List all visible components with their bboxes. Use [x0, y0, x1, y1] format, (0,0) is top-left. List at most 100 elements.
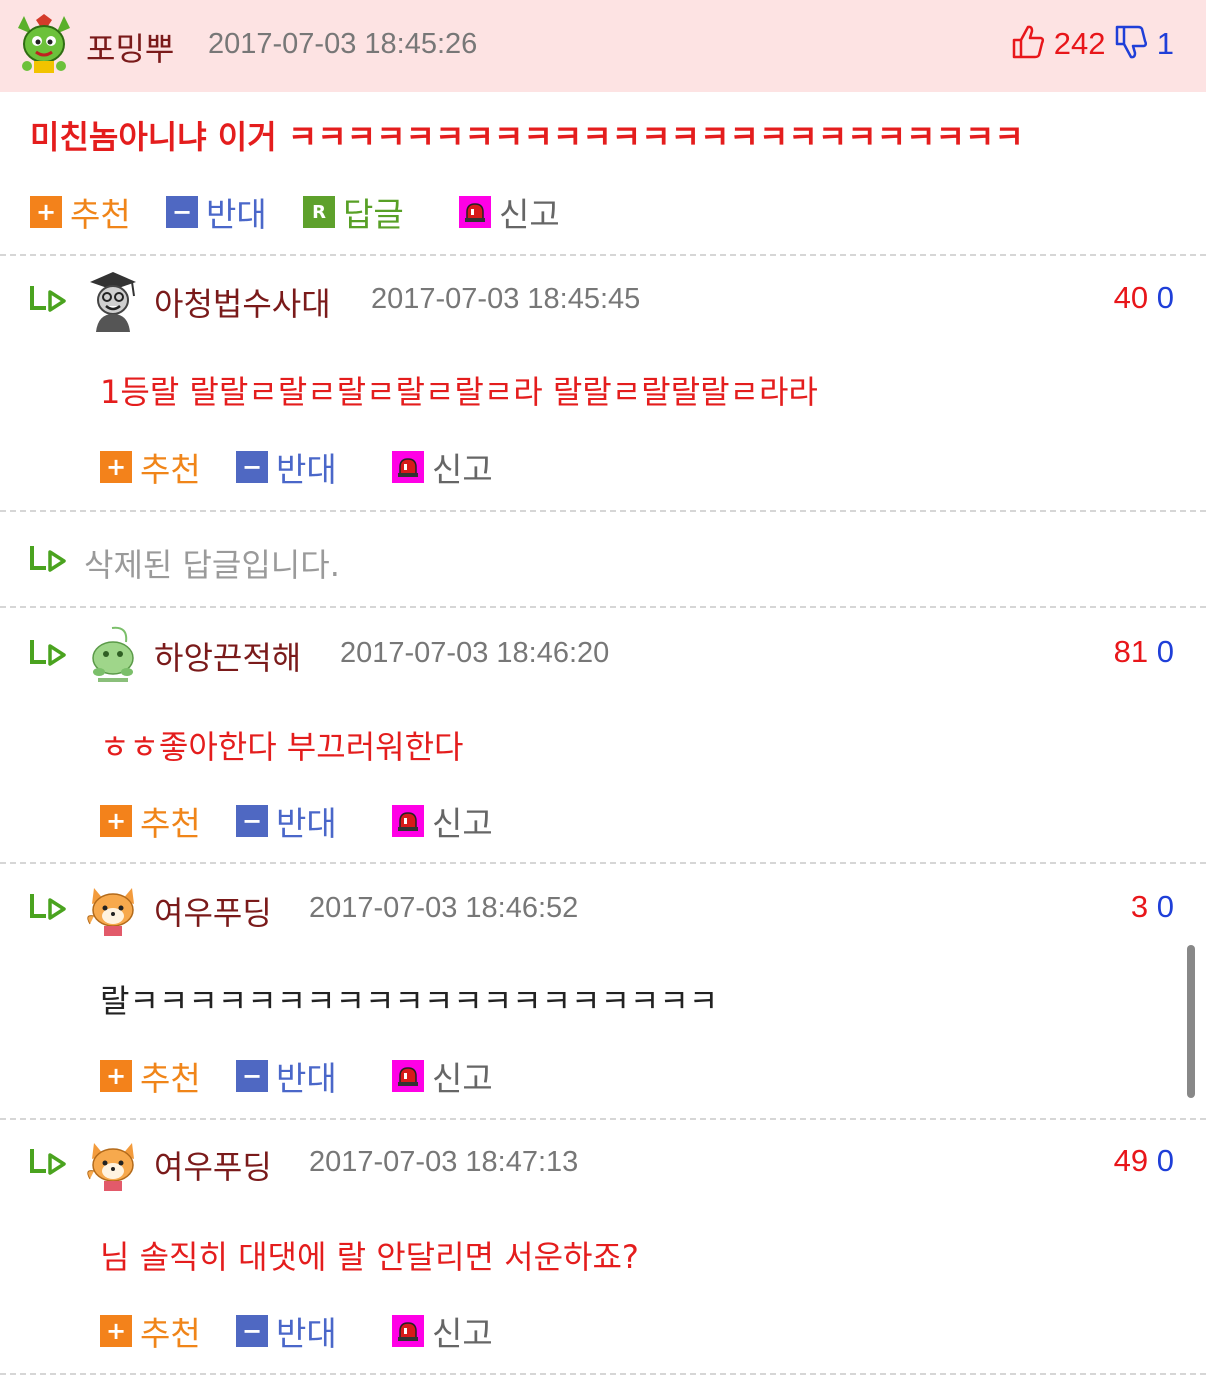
reply-r-icon: R [303, 196, 335, 228]
minus-icon: − [236, 1315, 268, 1347]
recommend-button[interactable]: + 추천 [30, 192, 131, 234]
reply-arrow-icon [30, 546, 66, 572]
siren-icon [392, 805, 424, 837]
report-label: 신고 [499, 195, 560, 234]
recommend-button[interactable]: + 추천 [100, 801, 201, 843]
siren-icon [459, 196, 491, 228]
reply-nickname[interactable]: 여우푸딩 [154, 888, 272, 934]
report-button[interactable]: 신고 [392, 447, 493, 489]
reply-date: 2017-07-03 18:46:52 [309, 892, 579, 924]
oppose-button[interactable]: − 반대 [236, 801, 337, 843]
recommend-label: 추천 [70, 195, 131, 234]
best-comment-text: 미친놈아니냐 이거 ㅋㅋㅋㅋㅋㅋㅋㅋㅋㅋㅋㅋㅋㅋㅋㅋㅋㅋㅋㅋㅋㅋㅋㅋㅋ [30, 118, 1024, 156]
divider [0, 862, 1206, 864]
report-button[interactable]: 신고 [459, 192, 560, 234]
recommend-button[interactable]: + 추천 [100, 1311, 201, 1353]
reply-down-count: 0 [1156, 1143, 1174, 1178]
oppose-label: 반대 [276, 804, 337, 843]
thumbs-down-icon[interactable] [1114, 24, 1148, 68]
reply-vote-box: 49 0 [1114, 1143, 1174, 1179]
plus-icon: + [100, 1315, 132, 1347]
reply-up-count: 49 [1113, 1143, 1149, 1178]
oppose-button[interactable]: − 반대 [236, 447, 337, 489]
report-label: 신고 [432, 804, 493, 843]
plus-icon: + [100, 805, 132, 837]
oppose-label: 반대 [276, 1314, 337, 1353]
reply-actions: + 추천 − 반대 신고 [100, 1311, 520, 1353]
oppose-label: 반대 [206, 195, 267, 234]
reply-nickname[interactable]: 하앙끈적해 [154, 633, 301, 679]
divider [0, 606, 1206, 608]
reply-up-count: 40 [1113, 280, 1149, 315]
report-button[interactable]: 신고 [392, 801, 493, 843]
reply-up-count: 81 [1113, 634, 1149, 669]
reply-arrow-icon [30, 894, 66, 920]
fox-avatar-icon[interactable] [84, 880, 142, 940]
reply-text: 랄ㅋㅋㅋㅋㅋㅋㅋㅋㅋㅋㅋㅋㅋㅋㅋㅋㅋㅋㅋㅋ [100, 982, 719, 1020]
reply-text: ㅎㅎ좋아한다 부끄러워한다 [100, 728, 464, 766]
reply-text: 님 솔직히 대댓에 랄 안달리면 서운하죠? [100, 1238, 639, 1276]
best-up-count: 242 [1053, 26, 1106, 62]
minus-icon: − [236, 451, 268, 483]
reply-text: 1등랄 랄랄ㄹ랄ㄹ랄ㄹ랄ㄹ랄ㄹ라 랄랄ㄹ랄랄랄ㄹ라라 [100, 373, 818, 411]
reply-date: 2017-07-03 18:46:20 [340, 637, 610, 669]
reply-button[interactable]: R 답글 [303, 192, 404, 234]
recommend-button[interactable]: + 추천 [100, 1056, 201, 1098]
divider [0, 1373, 1206, 1375]
siren-icon [392, 451, 424, 483]
recommend-button[interactable]: + 추천 [100, 447, 201, 489]
best-actions: + 추천 − 반대 R 답글 신고 [30, 192, 590, 234]
siren-icon [392, 1060, 424, 1092]
best-comment-header: 포밍뿌 2017-07-03 18:45:26 242 1 [0, 0, 1206, 92]
report-label: 신고 [432, 1314, 493, 1353]
oppose-button[interactable]: − 반대 [166, 192, 267, 234]
divider [0, 254, 1206, 256]
report-button[interactable]: 신고 [392, 1056, 493, 1098]
minus-icon: − [236, 1060, 268, 1092]
divider [0, 1118, 1206, 1120]
report-label: 신고 [432, 450, 493, 489]
reply-date: 2017-07-03 18:45:45 [371, 283, 641, 315]
minus-icon: − [166, 196, 198, 228]
best-date: 2017-07-03 18:45:26 [208, 28, 478, 60]
reply-down-count: 0 [1156, 889, 1174, 924]
reply-arrow-icon [30, 640, 66, 666]
report-label: 신고 [432, 1059, 493, 1098]
oppose-label: 반대 [276, 1059, 337, 1098]
reply-actions: + 추천 − 반대 신고 [100, 801, 520, 843]
reply-label: 답글 [343, 195, 404, 234]
reply-actions: + 추천 − 반대 신고 [100, 1056, 520, 1098]
deleted-reply-text: 삭제된 답글입니다. [84, 546, 340, 584]
plus-icon: + [100, 1060, 132, 1092]
recommend-label: 추천 [140, 804, 201, 843]
oppose-button[interactable]: − 반대 [236, 1056, 337, 1098]
oppose-button[interactable]: − 반대 [236, 1311, 337, 1353]
thumbs-up-icon[interactable] [1011, 24, 1045, 68]
plus-icon: + [100, 451, 132, 483]
reply-nickname[interactable]: 여우푸딩 [154, 1142, 272, 1188]
vertical-scrollbar[interactable] [1187, 945, 1195, 1098]
plus-icon: + [30, 196, 62, 228]
reply-date: 2017-07-03 18:47:13 [309, 1146, 579, 1178]
reply-up-count: 3 [1130, 889, 1149, 924]
reply-arrow-icon [30, 1149, 66, 1175]
best-vote-box: 242 1 [1011, 24, 1174, 68]
green-goblin-avatar-icon[interactable] [14, 14, 74, 76]
reply-vote-box: 3 0 [1131, 889, 1174, 925]
reply-arrow-icon [30, 286, 66, 312]
best-nickname[interactable]: 포밍뿌 [86, 24, 174, 70]
recommend-label: 추천 [140, 450, 201, 489]
reply-nickname[interactable]: 아청법수사대 [154, 279, 331, 325]
green-frog-avatar-icon[interactable] [84, 624, 142, 686]
recommend-label: 추천 [140, 1059, 201, 1098]
minus-icon: − [236, 805, 268, 837]
reply-down-count: 0 [1156, 634, 1174, 669]
reply-vote-box: 40 0 [1114, 280, 1174, 316]
reply-vote-box: 81 0 [1114, 634, 1174, 670]
recommend-label: 추천 [140, 1314, 201, 1353]
graduate-avatar-icon[interactable] [84, 268, 142, 332]
reply-actions: + 추천 − 반대 신고 [100, 447, 520, 489]
best-down-count: 1 [1156, 26, 1174, 62]
fox-avatar-icon[interactable] [84, 1135, 142, 1195]
report-button[interactable]: 신고 [392, 1311, 493, 1353]
